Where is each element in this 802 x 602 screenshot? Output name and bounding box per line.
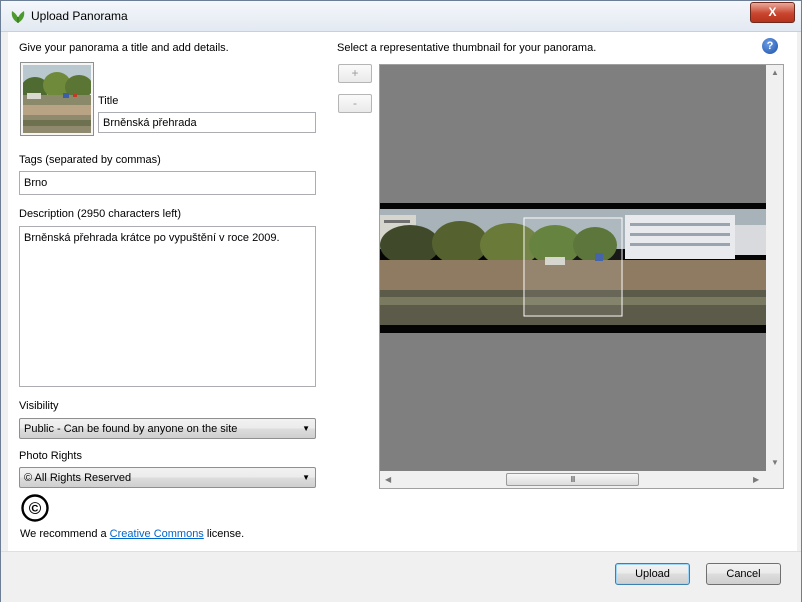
- horizontal-scrollbar[interactable]: ◀ III ▶: [380, 471, 766, 488]
- thumbnail-heading: Select a representative thumbnail for yo…: [337, 42, 597, 54]
- tags-input[interactable]: Brno: [19, 171, 316, 195]
- cancel-button[interactable]: Cancel: [706, 563, 781, 585]
- upload-button[interactable]: Upload: [615, 563, 690, 585]
- details-heading: Give your panorama a title and add detai…: [19, 42, 229, 54]
- photo-rights-label: Photo Rights: [19, 450, 82, 462]
- dropdown-arrow-icon: ▼: [302, 424, 310, 433]
- creative-commons-link[interactable]: Creative Commons: [110, 528, 204, 540]
- zoom-out-button[interactable]: -: [338, 94, 372, 113]
- panorama-preview[interactable]: ▲ ▼ ◀ III ▶: [379, 64, 784, 489]
- dropdown-arrow-icon: ▼: [302, 473, 310, 482]
- upload-panorama-dialog: Upload Panorama X Give your panorama a t…: [0, 0, 802, 602]
- scroll-right-icon[interactable]: ▶: [753, 475, 759, 484]
- vertical-scrollbar[interactable]: ▲ ▼: [766, 65, 783, 471]
- visibility-select[interactable]: Public - Can be found by anyone on the s…: [19, 418, 316, 439]
- panorama-thumbnail[interactable]: [20, 62, 94, 136]
- scroll-left-icon[interactable]: ◀: [385, 475, 391, 484]
- dialog-footer: Upload Cancel: [1, 551, 801, 602]
- copyright-symbol: ©: [29, 499, 42, 518]
- description-label: Description (2950 characters left): [19, 208, 182, 220]
- app-leaf-icon: [11, 11, 25, 23]
- scroll-up-icon[interactable]: ▲: [771, 68, 779, 77]
- photo-rights-value: © All Rights Reserved: [24, 472, 132, 484]
- description-textarea[interactable]: Brněnská přehrada krátce po vypuštění v …: [19, 226, 316, 387]
- title-label: Title: [98, 95, 119, 107]
- recommend-suffix: license.: [203, 528, 245, 540]
- scroll-down-icon[interactable]: ▼: [771, 458, 779, 467]
- recommend-prefix: We recommend a: [20, 528, 110, 540]
- visibility-value: Public - Can be found by anyone on the s…: [24, 423, 238, 435]
- help-icon[interactable]: ?: [762, 38, 778, 54]
- panorama-image: [380, 65, 766, 471]
- tags-label: Tags (separated by commas): [19, 154, 161, 166]
- license-recommendation: We recommend a Creative Commons license.: [20, 528, 244, 540]
- title-input[interactable]: Brněnská přehrada: [98, 112, 316, 133]
- photo-rights-select[interactable]: © All Rights Reserved ▼: [19, 467, 316, 488]
- scrollbar-corner: [766, 471, 783, 488]
- title-bar[interactable]: Upload Panorama X: [1, 1, 801, 32]
- thumbnail-image: [23, 65, 91, 133]
- close-button[interactable]: X: [750, 2, 795, 23]
- visibility-label: Visibility: [19, 400, 59, 412]
- horizontal-scroll-thumb[interactable]: III: [506, 473, 639, 486]
- zoom-in-button[interactable]: +: [338, 64, 372, 83]
- copyright-icon: ©: [21, 494, 49, 522]
- dialog-content: Give your panorama a title and add detai…: [8, 32, 797, 551]
- window-title: Upload Panorama: [31, 9, 128, 23]
